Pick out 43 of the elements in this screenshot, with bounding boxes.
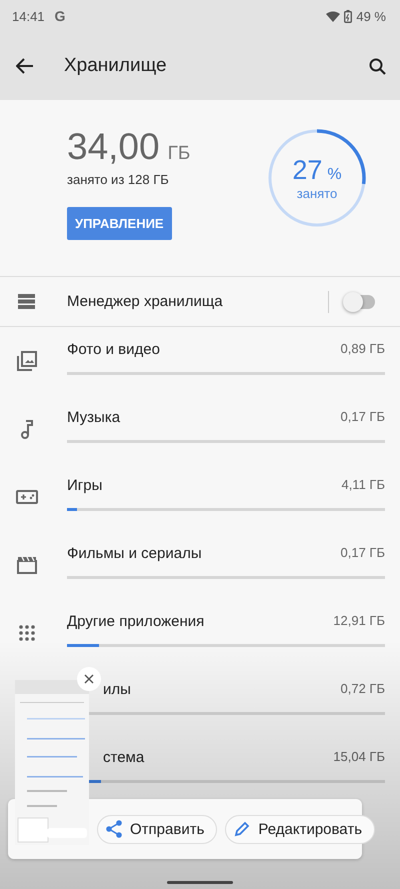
percent-caption: занято [296,186,338,201]
apps-grid-icon [18,625,34,641]
screenshot-action-button[interactable]: Отправить [97,814,218,844]
music-note-icon [20,419,32,439]
gamepad-icon [16,490,38,504]
share-icon [106,820,122,838]
wifi-icon [326,10,340,22]
battery-icon [344,10,352,22]
storage-list-icon [18,294,35,309]
used-amount: 34,00 [67,126,160,168]
google-status-icon: G [54,8,66,24]
status-time: 14:41 [12,8,45,24]
used-unit: ГБ [168,143,190,165]
back-arrow-icon[interactable] [16,58,34,74]
percent-value: 27 [292,155,322,186]
close-button[interactable] [77,667,101,691]
category-label: Игры [67,477,102,494]
percent-sign: % [327,166,342,184]
photo-library-icon [16,351,36,371]
search-icon[interactable] [369,58,386,74]
battery-percent: 49 % [356,8,386,24]
category-size: 0,17 ГБ [340,545,385,562]
category-size: 15,04 ГБ [333,749,385,766]
category-size: 12,91 ГБ [333,613,385,630]
category-size: 0,89 ГБ [340,341,385,358]
category-size: 4,11 ГБ [341,477,385,494]
category-label: илы [103,681,131,698]
clapperboard-icon [16,556,36,574]
category-label: Музыка [67,409,120,426]
category-label: стема [103,749,144,766]
category-label: Фильмы и сериалы [67,545,202,562]
category-size: 0,72 ГБ [340,681,385,698]
storage-manager-switch[interactable] [345,294,375,308]
page-title: Хранилище [64,55,168,77]
category-label: Другие приложения [67,613,204,630]
storage-manager-label: Менеджер хранилища [67,293,224,310]
manage-button[interactable]: УПРАВЛЕНИЕ [67,207,172,240]
screenshot-action-button[interactable]: Редактировать [225,814,376,844]
pencil-icon [234,821,250,837]
category-size: 0,17 ГБ [340,409,385,426]
category-label: Фото и видео [67,341,160,358]
close-icon [84,674,94,684]
used-caption: занято из 128 ГБ [67,172,169,187]
